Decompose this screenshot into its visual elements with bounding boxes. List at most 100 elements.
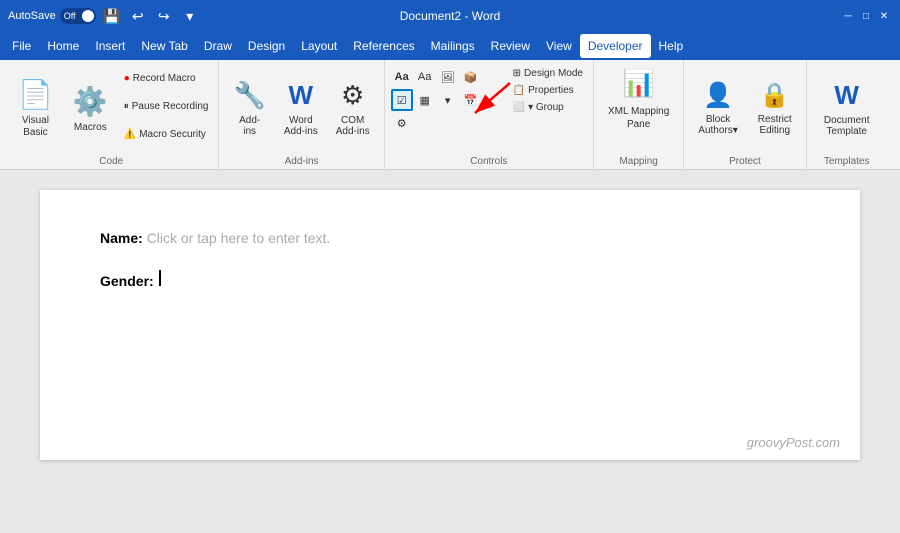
menu-file[interactable]: File xyxy=(4,34,39,58)
ribbon-group-addins: 🔧 Add-ins W WordAdd-ins ⚙ COMAdd-ins Add… xyxy=(219,60,384,169)
minimize-button[interactable]: ─ xyxy=(840,8,856,24)
macros-label: Macros xyxy=(74,122,107,133)
building-block-ctrl[interactable]: 📦 xyxy=(460,66,482,88)
visual-basic-button[interactable]: 📄 VisualBasic xyxy=(10,64,61,153)
document-page[interactable]: Name: Click or tap here to enter text. G… xyxy=(40,190,860,460)
menu-layout[interactable]: Layout xyxy=(293,34,345,58)
pause-icon: ⏸ xyxy=(124,101,129,112)
record-macro-label: Record Macro xyxy=(133,73,196,84)
block-authors-icon: 👤 xyxy=(703,81,733,110)
properties-label: Properties xyxy=(528,85,574,96)
menu-insert[interactable]: Insert xyxy=(87,34,133,58)
macro-security-icon: ⚠️ xyxy=(124,129,136,140)
menu-draw[interactable]: Draw xyxy=(196,34,240,58)
rich-text-ctrl[interactable]: Aa xyxy=(391,66,413,88)
protect-group-label: Protect xyxy=(684,156,805,167)
gender-label: Gender: xyxy=(100,273,154,289)
name-label: Name: xyxy=(100,230,143,246)
gender-line: Gender: xyxy=(100,270,800,289)
design-mode-label: Design Mode xyxy=(524,68,583,79)
picture-ctrl[interactable]: 🖼 xyxy=(437,66,459,88)
close-button[interactable]: ✕ xyxy=(876,8,892,24)
macro-security-button[interactable]: ⚠️ Macro Security xyxy=(120,127,213,142)
watermark: groovyPost.com xyxy=(747,435,840,450)
addins-group-label: Add-ins xyxy=(219,156,383,167)
properties-button[interactable]: 📋 Properties xyxy=(509,83,587,98)
menu-review[interactable]: Review xyxy=(483,34,538,58)
design-mode-button[interactable]: ⊞ Design Mode xyxy=(509,66,587,81)
macro-security-label: Macro Security xyxy=(139,129,206,140)
add-ins-label: Add-ins xyxy=(239,115,260,137)
restrict-editing-label: RestrictEditing xyxy=(758,114,792,136)
autosave-toggle[interactable]: Off xyxy=(60,8,96,24)
window-title: Document2 - Word xyxy=(400,9,500,23)
undo-icon[interactable]: ↩ xyxy=(128,6,148,26)
empty4 xyxy=(437,112,459,134)
macros-icon: ⚙️ xyxy=(73,85,108,118)
combo-box-ctrl[interactable]: ▦ xyxy=(414,89,436,111)
menu-bar: File Home Insert New Tab Draw Design Lay… xyxy=(0,32,900,60)
block-authors-label: BlockAuthors▾ xyxy=(698,114,737,136)
menu-design[interactable]: Design xyxy=(240,34,293,58)
visual-basic-icon: 📄 xyxy=(18,78,53,111)
date-picker-ctrl[interactable]: 📅 xyxy=(460,89,482,111)
checkbox-ctrl[interactable]: ☑ xyxy=(391,89,413,111)
ribbon-group-templates: W DocumentTemplate Templates xyxy=(807,60,887,169)
pause-recording-button[interactable]: ⏸ Pause Recording xyxy=(120,99,213,114)
window-controls: ─ □ ✕ xyxy=(840,8,892,24)
add-ins-icon: 🔧 xyxy=(233,80,265,111)
title-bar: AutoSave Off 💾 ↩ ↪ ▾ Document2 - Word ─ … xyxy=(0,0,900,32)
menu-view[interactable]: View xyxy=(538,34,580,58)
restrict-editing-icon: 🔒 xyxy=(760,81,790,110)
document-template-button[interactable]: W DocumentTemplate xyxy=(816,74,878,144)
word-add-ins-label: WordAdd-ins xyxy=(284,115,318,137)
add-ins-button[interactable]: 🔧 Add-ins xyxy=(225,74,273,144)
controls-group-label: Controls xyxy=(385,156,593,167)
menu-developer[interactable]: Developer xyxy=(580,34,651,58)
xml-mapping-icon: 📊 xyxy=(622,68,654,99)
record-macro-icon: ● xyxy=(124,73,130,84)
redo-icon[interactable]: ↪ xyxy=(154,6,174,26)
legacy-ctrl[interactable]: ⚙ xyxy=(391,112,413,134)
restrict-editing-button[interactable]: 🔒 RestrictEditing xyxy=(750,74,800,144)
word-add-ins-icon: W xyxy=(289,80,314,111)
empty5 xyxy=(460,112,482,134)
templates-group-label: Templates xyxy=(807,156,887,167)
toggle-knob xyxy=(82,10,94,22)
customize-icon[interactable]: ▾ xyxy=(180,6,200,26)
menu-mailings[interactable]: Mailings xyxy=(423,34,483,58)
autosave-section: AutoSave Off xyxy=(8,8,96,24)
menu-home[interactable]: Home xyxy=(39,34,87,58)
xml-mapping-button[interactable]: 📊 XML MappingPane xyxy=(600,64,677,167)
document-template-icon: W xyxy=(834,80,859,111)
empty2 xyxy=(483,89,505,111)
plain-text-ctrl[interactable]: Aa xyxy=(414,66,436,88)
com-add-ins-button[interactable]: ⚙ COMAdd-ins xyxy=(328,74,378,144)
group-button[interactable]: ⬜ ▾ Group xyxy=(509,100,587,115)
title-bar-left: AutoSave Off 💾 ↩ ↪ ▾ xyxy=(8,6,200,26)
block-authors-button[interactable]: 👤 BlockAuthors▾ xyxy=(690,74,745,144)
empty3 xyxy=(414,112,436,134)
name-placeholder[interactable]: Click or tap here to enter text. xyxy=(147,230,331,246)
mapping-group-label: Mapping xyxy=(594,156,683,167)
maximize-button[interactable]: □ xyxy=(858,8,874,24)
menu-help[interactable]: Help xyxy=(651,34,692,58)
drop-down-ctrl[interactable]: ▾ xyxy=(437,89,459,111)
code-group-label: Code xyxy=(4,156,218,167)
ribbon-group-mapping: 📊 XML MappingPane Mapping xyxy=(594,60,684,169)
xml-mapping-label: XML MappingPane xyxy=(608,105,669,131)
word-add-ins-button[interactable]: W WordAdd-ins xyxy=(276,74,326,144)
ribbon-group-protect: 👤 BlockAuthors▾ 🔒 RestrictEditing Protec… xyxy=(684,60,806,169)
empty1 xyxy=(483,66,505,88)
menu-references[interactable]: References xyxy=(345,34,422,58)
group-label: ▾ Group xyxy=(528,102,564,113)
document-template-label: DocumentTemplate xyxy=(824,115,870,137)
document-area: Name: Click or tap here to enter text. G… xyxy=(0,170,900,533)
ribbon-group-code: 📄 VisualBasic ⚙️ Macros ● Record Macro ⏸… xyxy=(4,60,219,169)
save-icon[interactable]: 💾 xyxy=(102,6,122,26)
ribbon: 📄 VisualBasic ⚙️ Macros ● Record Macro ⏸… xyxy=(0,60,900,170)
record-macro-button[interactable]: ● Record Macro xyxy=(120,71,213,86)
menu-newtab[interactable]: New Tab xyxy=(133,34,195,58)
macros-button[interactable]: ⚙️ Macros xyxy=(65,64,116,153)
com-add-ins-icon: ⚙ xyxy=(341,80,364,111)
